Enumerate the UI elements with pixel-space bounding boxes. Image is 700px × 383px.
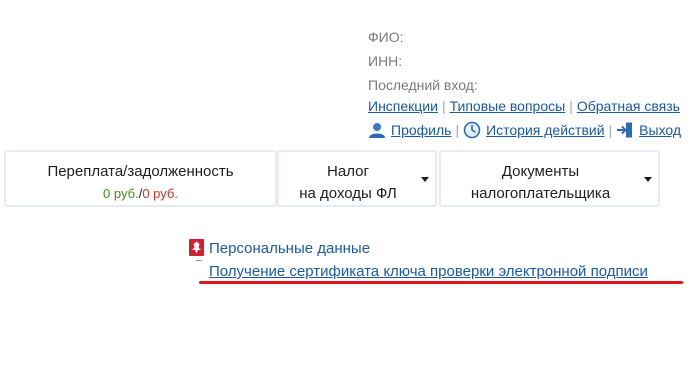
history-link[interactable]: История действий (486, 122, 604, 138)
tab-income-tax[interactable]: Налог на доходы ФЛ (277, 150, 437, 207)
top-links: Инспекции | Типовые вопросы | Обратная с… (368, 98, 680, 114)
fio-label: ФИО: (368, 29, 404, 45)
tab-income-tax-line2: на доходы ФЛ (299, 185, 397, 202)
faq-link[interactable]: Типовые вопросы (450, 98, 566, 114)
tab-income-tax-line1: Налог (327, 163, 369, 180)
tab-overpayment-debt[interactable]: Переплата/задолженность 0 руб./0 руб. (4, 150, 277, 207)
logout-link[interactable]: Выход (639, 122, 681, 138)
history-icon (463, 121, 481, 139)
chevron-down-icon (644, 177, 652, 182)
last-login-label: Последний вход: (368, 77, 478, 93)
logout-icon (616, 121, 634, 139)
tab-overpayment-title: Переплата/задолженность (47, 163, 234, 180)
profile-link[interactable]: Профиль (391, 122, 451, 138)
tab-taxpayer-documents[interactable]: Документы налогоплательщика (439, 150, 660, 207)
inn-label: ИНН: (368, 53, 403, 69)
tab-documents-line2: налогоплательщика (470, 185, 611, 202)
chevron-down-icon (421, 177, 429, 182)
highlight-underline (199, 281, 683, 284)
account-links: Профиль | История действий | Выход (368, 121, 681, 139)
link-separator: | (441, 98, 446, 114)
feedback-link[interactable]: Обратная связь (577, 98, 680, 114)
tab-documents-line1: Документы (501, 163, 580, 180)
overpayment-debt-values: 0 руб./0 руб. (6, 183, 275, 205)
overpayment-amount: 0 руб. (103, 186, 139, 201)
link-separator: | (608, 122, 613, 138)
personal-data-link[interactable]: Персональные данные (209, 240, 370, 257)
debt-amount: 0 руб. (142, 186, 178, 201)
link-separator: | (569, 98, 573, 114)
profile-icon (368, 121, 386, 139)
inspections-link[interactable]: Инспекции (368, 98, 438, 114)
list-marker (196, 260, 202, 261)
link-separator: | (455, 122, 460, 138)
certificate-link[interactable]: Получение сертификата ключа проверки эле… (209, 263, 648, 280)
emblem-icon (189, 239, 204, 256)
